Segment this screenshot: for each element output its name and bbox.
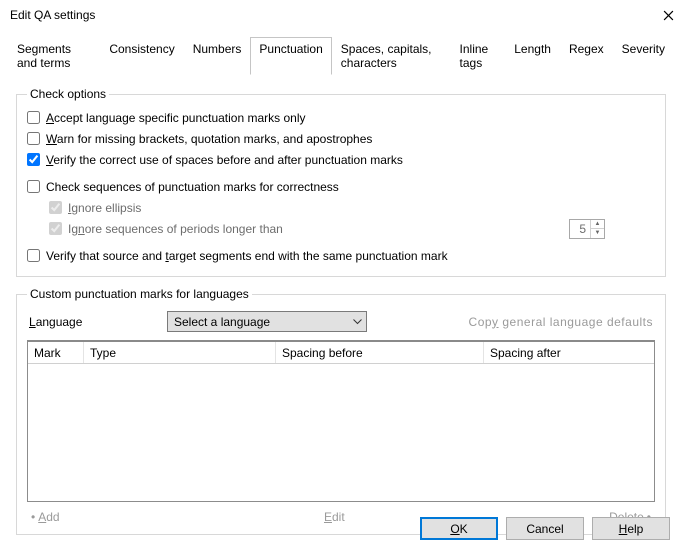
tab-panel-punctuation: Check options Accept language specific p… <box>8 81 674 557</box>
opt-ignore-periods-value <box>570 220 590 238</box>
spinner-down-icon: ▼ <box>591 229 604 238</box>
opt-accept-checkbox[interactable] <box>27 111 40 124</box>
tab-consistency[interactable]: Consistency <box>100 37 183 75</box>
opt-check-seq[interactable]: Check sequences of punctuation marks for… <box>27 176 655 197</box>
tab-length[interactable]: Length <box>505 37 560 75</box>
opt-verify-spaces-checkbox[interactable] <box>27 153 40 166</box>
opt-check-seq-checkbox[interactable] <box>27 180 40 193</box>
check-options-group: Check options Accept language specific p… <box>16 87 666 277</box>
col-mark[interactable]: Mark <box>28 342 84 363</box>
opt-verify-spaces-label: Verify the correct use of spaces before … <box>46 153 403 167</box>
check-options-legend: Check options <box>27 87 109 101</box>
tab-segments-and-terms[interactable]: Segments and terms <box>8 37 100 75</box>
opt-verify-end-checkbox[interactable] <box>27 249 40 262</box>
table-header: Mark Type Spacing before Spacing after <box>28 342 654 364</box>
custom-punctuation-group: Custom punctuation marks for languages L… <box>16 287 666 535</box>
language-select[interactable]: Select a language <box>167 311 367 332</box>
tab-regex[interactable]: Regex <box>560 37 613 75</box>
opt-accept[interactable]: Accept language specific punctuation mar… <box>27 107 655 128</box>
language-label: Language <box>29 315 149 329</box>
close-icon[interactable] <box>663 10 674 21</box>
opt-ignore-ellipsis-label: Ignore ellipsis <box>68 201 141 215</box>
opt-verify-end[interactable]: Verify that source and target segments e… <box>27 245 655 266</box>
copy-defaults-link: Copy general language defaults <box>469 315 653 329</box>
chevron-down-icon <box>353 319 362 325</box>
col-type[interactable]: Type <box>84 342 276 363</box>
opt-ignore-ellipsis: Ignore ellipsis <box>27 197 655 218</box>
language-row: Language Select a language Copy general … <box>27 307 655 340</box>
tab-strip: Segments and terms Consistency Numbers P… <box>8 36 674 75</box>
spinner-up-icon: ▲ <box>591 220 604 230</box>
opt-verify-end-label: Verify that source and target segments e… <box>46 249 448 263</box>
tab-inline-tags[interactable]: Inline tags <box>451 37 506 75</box>
titlebar: Edit QA settings <box>0 0 682 30</box>
ok-button[interactable]: OK <box>420 517 498 540</box>
marks-table: Mark Type Spacing before Spacing after <box>27 340 655 502</box>
tab-spaces-capitals-characters[interactable]: Spaces, capitals, characters <box>332 37 451 75</box>
opt-check-seq-label: Check sequences of punctuation marks for… <box>46 180 339 194</box>
cancel-button[interactable]: Cancel <box>506 517 584 540</box>
tab-punctuation[interactable]: Punctuation <box>250 37 331 75</box>
tab-numbers[interactable]: Numbers <box>184 37 251 75</box>
language-select-value: Select a language <box>174 315 270 329</box>
custom-punctuation-legend: Custom punctuation marks for languages <box>27 287 252 301</box>
opt-accept-label: Accept language specific punctuation mar… <box>46 111 306 125</box>
opt-ignore-periods-spinner: ▲ ▼ <box>569 219 605 239</box>
opt-warn-checkbox[interactable] <box>27 132 40 145</box>
col-spacing-after[interactable]: Spacing after <box>484 342 654 363</box>
tab-severity[interactable]: Severity <box>613 37 674 75</box>
opt-ignore-periods-label: Ignore sequences of periods longer than <box>68 222 283 236</box>
help-button[interactable]: Help <box>592 517 670 540</box>
opt-ignore-periods-checkbox <box>49 222 62 235</box>
opt-verify-spaces[interactable]: Verify the correct use of spaces before … <box>27 149 655 170</box>
opt-ignore-ellipsis-checkbox <box>49 201 62 214</box>
opt-warn-label: Warn for missing brackets, quotation mar… <box>46 132 372 146</box>
col-spacing-before[interactable]: Spacing before <box>276 342 484 363</box>
opt-ignore-periods: Ignore sequences of periods longer than … <box>27 218 655 239</box>
dialog-footer: OK Cancel Help <box>0 517 682 540</box>
opt-warn[interactable]: Warn for missing brackets, quotation mar… <box>27 128 655 149</box>
window-title: Edit QA settings <box>10 8 95 22</box>
